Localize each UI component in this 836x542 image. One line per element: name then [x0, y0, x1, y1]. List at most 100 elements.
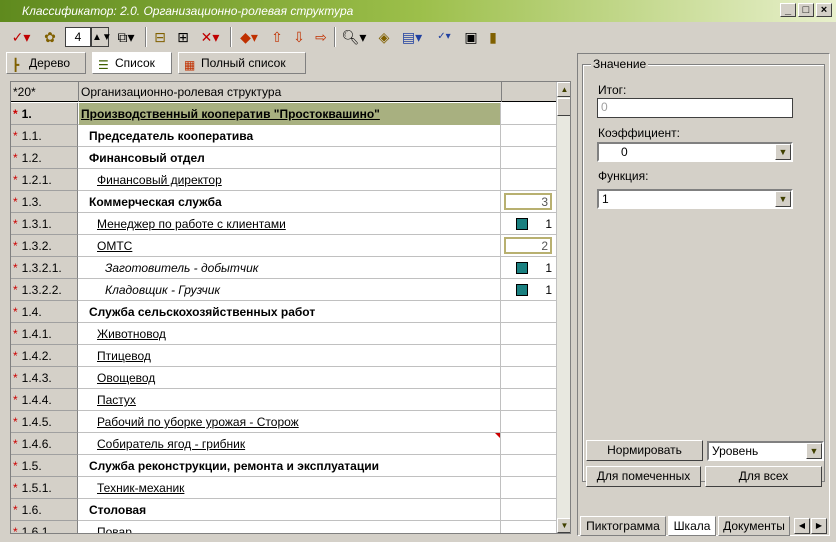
header-value[interactable]: [502, 82, 556, 102]
spellcheck-icon[interactable]: ✓▾: [430, 27, 458, 47]
row-name[interactable]: Председатель кооператива: [79, 125, 501, 147]
marker-icon[interactable]: [516, 284, 528, 296]
zoom-input[interactable]: 4: [65, 27, 91, 47]
arrow-down-icon[interactable]: ⇩: [290, 27, 308, 47]
marker-icon[interactable]: [516, 262, 528, 274]
scroll-up-button[interactable]: ▲: [557, 82, 570, 97]
check-icon[interactable]: ✓▾: [10, 27, 32, 47]
for-all-button[interactable]: Для всех: [705, 466, 822, 487]
marker-icon[interactable]: [516, 218, 528, 230]
tab-scale[interactable]: Шкала: [668, 516, 716, 536]
row-value-cell[interactable]: 1: [502, 279, 556, 301]
table-row[interactable]: * 1.3.2.2. Кладовщик - Грузчик 1: [11, 279, 556, 301]
table-row[interactable]: * 1.6. Столовая: [11, 499, 556, 521]
func-select[interactable]: 1 ▼: [597, 189, 793, 209]
preview-icon[interactable]: 🔍︎▾: [340, 27, 368, 47]
itog-field[interactable]: 0: [597, 98, 793, 118]
row-name[interactable]: Менеджер по работе с клиентами: [79, 213, 501, 235]
table-row[interactable]: * 1.3.2.1. Заготовитель - добытчик 1: [11, 257, 556, 279]
minimize-button[interactable]: _: [780, 3, 796, 17]
arrow-left-icon[interactable]: ◆▾: [236, 27, 262, 47]
maximize-button[interactable]: □: [798, 3, 814, 17]
tab-documents[interactable]: Документы: [718, 516, 790, 536]
row-value-cell[interactable]: 1: [502, 257, 556, 279]
row-name[interactable]: Птицевод: [79, 345, 501, 367]
table-row[interactable]: * 1.4.5. Рабочий по уборке урожая - Сторож: [11, 411, 556, 433]
copy-icon[interactable]: ⧉▾: [112, 27, 140, 47]
row-name[interactable]: Служба сельскохозяйственных работ: [79, 301, 501, 323]
zoom-stepper-icon[interactable]: ▲▼: [91, 27, 112, 47]
table-row[interactable]: * 1.4.3. Овощевод: [11, 367, 556, 389]
row-value-cell[interactable]: [502, 169, 556, 191]
row-name[interactable]: Производственный кооператив "Простокваши…: [79, 103, 501, 125]
row-value-cell[interactable]: [502, 103, 556, 125]
table-row[interactable]: * 1.1. Председатель кооператива: [11, 125, 556, 147]
tab-scroll-right-button[interactable]: ▶: [811, 518, 827, 534]
table-row[interactable]: * 1.3.1. Менеджер по работе с клиентами 1: [11, 213, 556, 235]
row-value-cell[interactable]: [502, 455, 556, 477]
row-name[interactable]: Кладовщик - Грузчик: [79, 279, 501, 301]
row-value-cell[interactable]: [502, 367, 556, 389]
exit-icon[interactable]: ▮: [484, 27, 502, 47]
vertical-scrollbar[interactable]: ▲ ▼: [556, 82, 570, 533]
table-row[interactable]: * 1.4. Служба сельскохозяйственных работ: [11, 301, 556, 323]
row-name[interactable]: Овощевод: [79, 367, 501, 389]
scroll-down-button[interactable]: ▼: [557, 518, 570, 533]
save-icon[interactable]: ▣: [462, 27, 480, 47]
table-row[interactable]: * 1.5. Служба реконструкции, ремонта и экс…: [11, 455, 556, 477]
row-value-box[interactable]: 2: [504, 237, 552, 254]
header-number[interactable]: *20*: [11, 82, 79, 102]
chevron-down-icon[interactable]: ▼: [775, 191, 791, 207]
row-name[interactable]: Повар: [79, 521, 501, 533]
row-name[interactable]: Финансовый директор: [79, 169, 501, 191]
table-row[interactable]: * 1.4.1. Животновод: [11, 323, 556, 345]
table-row[interactable]: * 1.5.1. Техник-механик: [11, 477, 556, 499]
row-value-cell[interactable]: 1: [502, 213, 556, 235]
row-name[interactable]: Техник-механик: [79, 477, 501, 499]
row-value-cell[interactable]: [502, 521, 556, 533]
table-row[interactable]: * 1.3.2. ОМТС 2: [11, 235, 556, 257]
table-row[interactable]: * 1.2. Финансовый отдел: [11, 147, 556, 169]
row-name[interactable]: ОМТС: [79, 235, 501, 257]
row-value-cell[interactable]: [502, 301, 556, 323]
level-select[interactable]: Уровень ▼: [707, 441, 824, 461]
tab-full-list[interactable]: ▦ Полный список: [178, 52, 306, 74]
row-value-cell[interactable]: [502, 477, 556, 499]
row-name[interactable]: Рабочий по уборке урожая - Сторож: [79, 411, 501, 433]
row-name[interactable]: Заготовитель - добытчик: [79, 257, 501, 279]
row-name[interactable]: Служба реконструкции, ремонта и эксплуат…: [79, 455, 501, 477]
table-row[interactable]: * 1. Производственный кооператив "Простокв…: [11, 103, 556, 125]
tab-tree[interactable]: ┣ Дерево: [6, 52, 86, 74]
for-marked-button[interactable]: Для помеченных: [586, 466, 701, 487]
row-value-cell[interactable]: [502, 411, 556, 433]
delete-icon[interactable]: ✕▾: [196, 27, 224, 47]
row-value-cell[interactable]: [502, 125, 556, 147]
normalize-button[interactable]: Нормировать: [586, 440, 703, 461]
table-row[interactable]: * 1.6.1. Повар: [11, 521, 556, 533]
row-value-cell[interactable]: [502, 389, 556, 411]
row-value-cell[interactable]: 3: [502, 191, 556, 213]
chevron-down-icon[interactable]: ▼: [806, 443, 822, 459]
table-row[interactable]: * 1.3. Коммерческая служба 3: [11, 191, 556, 213]
row-name[interactable]: Коммерческая служба: [79, 191, 501, 213]
tab-scroll-left-button[interactable]: ◀: [794, 518, 810, 534]
table-row[interactable]: * 1.4.2. Птицевод: [11, 345, 556, 367]
filter-icon[interactable]: ✿: [40, 27, 60, 47]
table-row[interactable]: * 1.2.1. Финансовый директор: [11, 169, 556, 191]
close-button[interactable]: ×: [816, 3, 832, 17]
row-value-cell[interactable]: [502, 433, 556, 455]
scroll-thumb[interactable]: [557, 98, 570, 116]
table-row[interactable]: * 1.4.6. Собиратель ягод - грибник: [11, 433, 556, 455]
row-value-box[interactable]: 3: [504, 193, 552, 210]
chevron-down-icon[interactable]: ▼: [775, 144, 791, 160]
open-folder-icon[interactable]: ⊟: [150, 27, 170, 47]
coef-select[interactable]: 0 ▼: [597, 142, 793, 162]
row-name[interactable]: Пастух: [79, 389, 501, 411]
table-row[interactable]: * 1.4.4. Пастух: [11, 389, 556, 411]
tree-icon[interactable]: ⊞: [173, 27, 193, 47]
tab-list[interactable]: ☰ Список: [92, 52, 172, 74]
warning-icon[interactable]: ◈: [374, 27, 394, 47]
row-value-cell[interactable]: [502, 499, 556, 521]
row-name[interactable]: Столовая: [79, 499, 501, 521]
row-value-cell[interactable]: [502, 147, 556, 169]
